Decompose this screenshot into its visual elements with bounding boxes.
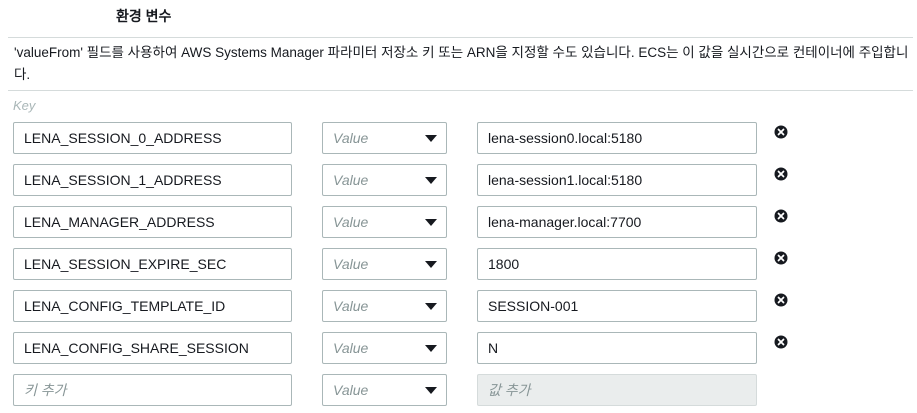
value-type-label: Value: [333, 298, 369, 314]
value-input[interactable]: lena-session1.local:5180: [477, 164, 757, 196]
new-key-input[interactable]: 키 추가: [13, 374, 292, 406]
section-description: 'valueFrom' 필드를 사용하여 AWS Systems Manager…: [14, 45, 909, 82]
env-var-row: LENA_SESSION_0_ADDRESS Value lena-sessio…: [0, 122, 917, 155]
caret-down-icon: [425, 387, 437, 394]
value-type-select[interactable]: Value: [322, 164, 447, 196]
env-var-row: LENA_CONFIG_SHARE_SESSION Value N: [0, 332, 917, 365]
remove-circle-icon[interactable]: [774, 251, 788, 265]
env-var-row: LENA_SESSION_1_ADDRESS Value lena-sessio…: [0, 164, 917, 197]
value-type-label: Value: [333, 172, 369, 188]
key-input[interactable]: LENA_SESSION_1_ADDRESS: [13, 164, 292, 196]
value-type-label: Value: [333, 340, 369, 356]
value-type-select[interactable]: Value: [322, 374, 447, 406]
value-type-select[interactable]: Value: [322, 248, 447, 280]
value-input[interactable]: N: [477, 332, 757, 364]
key-input[interactable]: LENA_SESSION_EXPIRE_SEC: [13, 248, 292, 280]
section-title: 환경 변수: [116, 8, 172, 24]
value-type-select[interactable]: Value: [322, 122, 447, 154]
value-type-label: Value: [333, 382, 369, 398]
remove-circle-icon[interactable]: [774, 209, 788, 223]
env-var-row: LENA_CONFIG_TEMPLATE_ID Value SESSION-00…: [0, 290, 917, 323]
caret-down-icon: [425, 261, 437, 268]
key-input[interactable]: LENA_SESSION_0_ADDRESS: [13, 122, 292, 154]
value-input[interactable]: lena-session0.local:5180: [477, 122, 757, 154]
caret-down-icon: [425, 345, 437, 352]
value-type-select[interactable]: Value: [322, 290, 447, 322]
value-type-select[interactable]: Value: [322, 206, 447, 238]
env-var-row: LENA_SESSION_EXPIRE_SEC Value 1800: [0, 248, 917, 281]
caret-down-icon: [425, 177, 437, 184]
divider-bottom: [8, 90, 913, 91]
value-input[interactable]: lena-manager.local:7700: [477, 206, 757, 238]
remove-circle-icon[interactable]: [774, 125, 788, 139]
value-type-select[interactable]: Value: [322, 332, 447, 364]
key-input[interactable]: LENA_CONFIG_SHARE_SESSION: [13, 332, 292, 364]
caret-down-icon: [425, 135, 437, 142]
new-env-var-row: 키 추가 Value 값 추가: [0, 374, 917, 407]
env-var-row: LENA_MANAGER_ADDRESS Value lena-manager.…: [0, 206, 917, 239]
key-input[interactable]: LENA_MANAGER_ADDRESS: [13, 206, 292, 238]
remove-circle-icon[interactable]: [774, 167, 788, 181]
value-type-label: Value: [333, 130, 369, 146]
caret-down-icon: [425, 303, 437, 310]
new-value-input[interactable]: 값 추가: [477, 374, 757, 406]
divider-top: [8, 37, 913, 38]
key-column-header: Key: [13, 98, 36, 113]
value-type-label: Value: [333, 214, 369, 230]
value-type-label: Value: [333, 256, 369, 272]
remove-circle-icon[interactable]: [774, 293, 788, 307]
caret-down-icon: [425, 219, 437, 226]
key-input[interactable]: LENA_CONFIG_TEMPLATE_ID: [13, 290, 292, 322]
remove-circle-icon[interactable]: [774, 335, 788, 349]
value-input[interactable]: 1800: [477, 248, 757, 280]
value-input[interactable]: SESSION-001: [477, 290, 757, 322]
